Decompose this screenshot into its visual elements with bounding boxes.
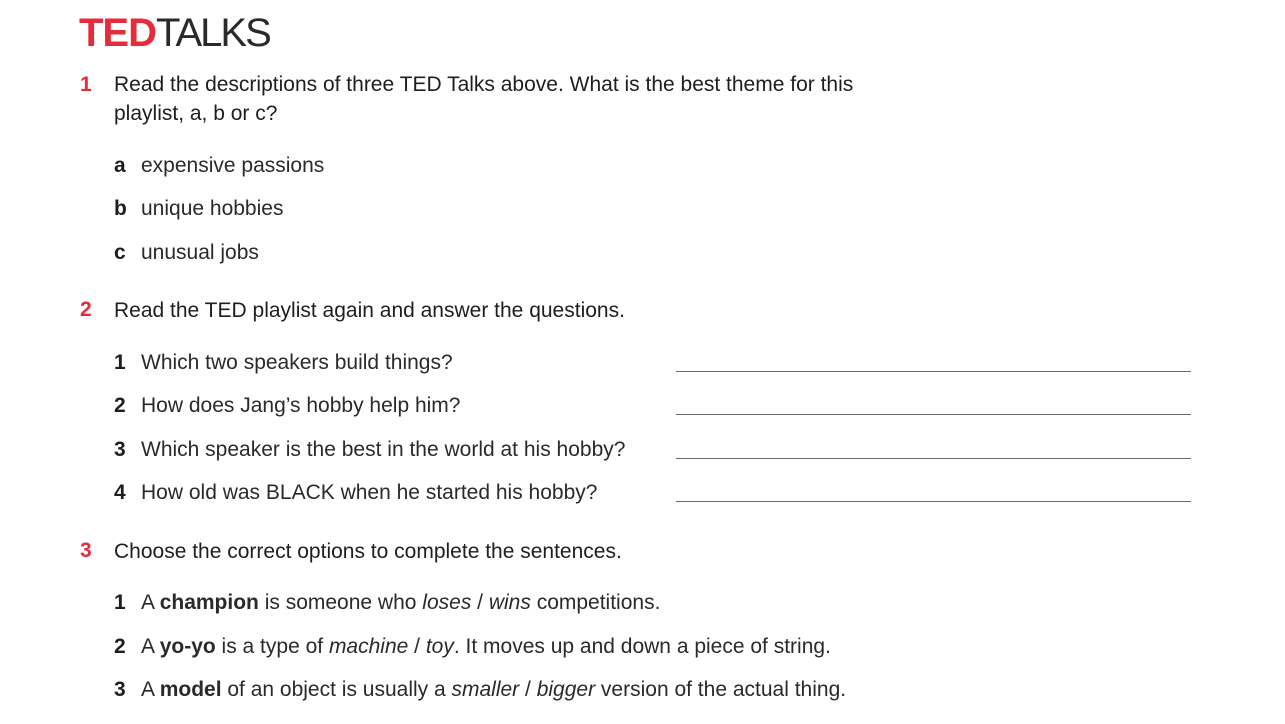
logo-talks: TALKS (156, 11, 272, 55)
sentence-post: version of the actual thing. (595, 678, 847, 701)
sentence-term: champion (159, 591, 259, 614)
exercise-3-number: 3 (80, 539, 92, 562)
option-separator: / (519, 678, 537, 701)
exercise-2-instruction: Read the TED playlist again and answer t… (114, 299, 625, 322)
question-text: Which two speakers build things? (141, 351, 453, 374)
question-2: 2 How does Jang’s hobby help him? (114, 392, 460, 420)
option-key: c (114, 241, 126, 264)
sentence-post: competitions. (530, 591, 661, 614)
exercise-1-instruction-line-2: playlist, a, b or c? (114, 102, 278, 125)
sentence-post: . It moves up and down a piece of string… (453, 635, 831, 658)
sentence-2: 2A yo-yo is a type of machine / toy. It … (114, 633, 831, 661)
option-separator: / (408, 635, 426, 658)
exercise-3-instruction: Choose the correct options to complete t… (114, 540, 622, 563)
option-b: b unique hobbies (114, 195, 283, 223)
option-2[interactable]: bigger (537, 678, 595, 701)
sentence-number: 1 (114, 591, 126, 614)
sentence-pre: A (141, 635, 160, 658)
question-number: 4 (114, 481, 126, 504)
option-1[interactable]: smaller (452, 678, 520, 701)
sentence-number: 3 (114, 678, 126, 701)
sentence-pre: A (141, 591, 160, 614)
exercise-1-instruction: Read the descriptions of three TED Talks… (114, 70, 853, 128)
question-text: How does Jang’s hobby help him? (141, 394, 461, 417)
answer-line-4[interactable] (676, 501, 1191, 502)
option-2[interactable]: toy (426, 635, 454, 658)
sentence-mid: of an object is usually a (221, 678, 452, 701)
option-1[interactable]: machine (329, 635, 408, 658)
option-key: b (114, 197, 127, 220)
question-text: How old was BLACK when he started his ho… (141, 481, 598, 504)
sentence-mid: is a type of (215, 635, 329, 658)
exercise-1-instruction-line-1: Read the descriptions of three TED Talks… (114, 73, 854, 96)
exercise-2-number: 2 (80, 298, 92, 321)
answer-line-2[interactable] (676, 414, 1191, 415)
sentence-pre: A (141, 678, 160, 701)
option-c: c unusual jobs (114, 239, 259, 267)
option-key: a (114, 154, 126, 177)
sentence-1: 1A champion is someone who loses / wins … (114, 589, 660, 617)
question-number: 3 (114, 438, 126, 461)
sentence-mid: is someone who (258, 591, 423, 614)
option-1[interactable]: loses (422, 591, 471, 614)
sentence-term: model (159, 678, 222, 701)
option-text: unusual jobs (141, 241, 259, 264)
question-3: 3 Which speaker is the best in the world … (114, 436, 625, 464)
answer-line-1[interactable] (676, 371, 1191, 372)
sentence-3: 3A model of an object is usually a small… (114, 676, 846, 704)
option-a: a expensive passions (114, 152, 324, 180)
exercise-1-number: 1 (80, 73, 92, 96)
question-4: 4 How old was BLACK when he started his h… (114, 479, 597, 507)
question-text: Which speaker is the best in the world a… (141, 438, 626, 461)
option-text: unique hobbies (141, 197, 284, 220)
question-number: 1 (114, 351, 126, 374)
question-1: 1 Which two speakers build things? (114, 349, 453, 377)
sentence-number: 2 (114, 635, 126, 658)
logo-ted: TED (79, 11, 157, 55)
ted-talks-logo: TEDTALKS (79, 11, 272, 55)
option-text: expensive passions (141, 154, 325, 177)
answer-line-3[interactable] (676, 458, 1191, 459)
sentence-term: yo-yo (159, 635, 216, 658)
option-2[interactable]: wins (489, 591, 531, 614)
question-number: 2 (114, 394, 126, 417)
option-separator: / (471, 591, 489, 614)
